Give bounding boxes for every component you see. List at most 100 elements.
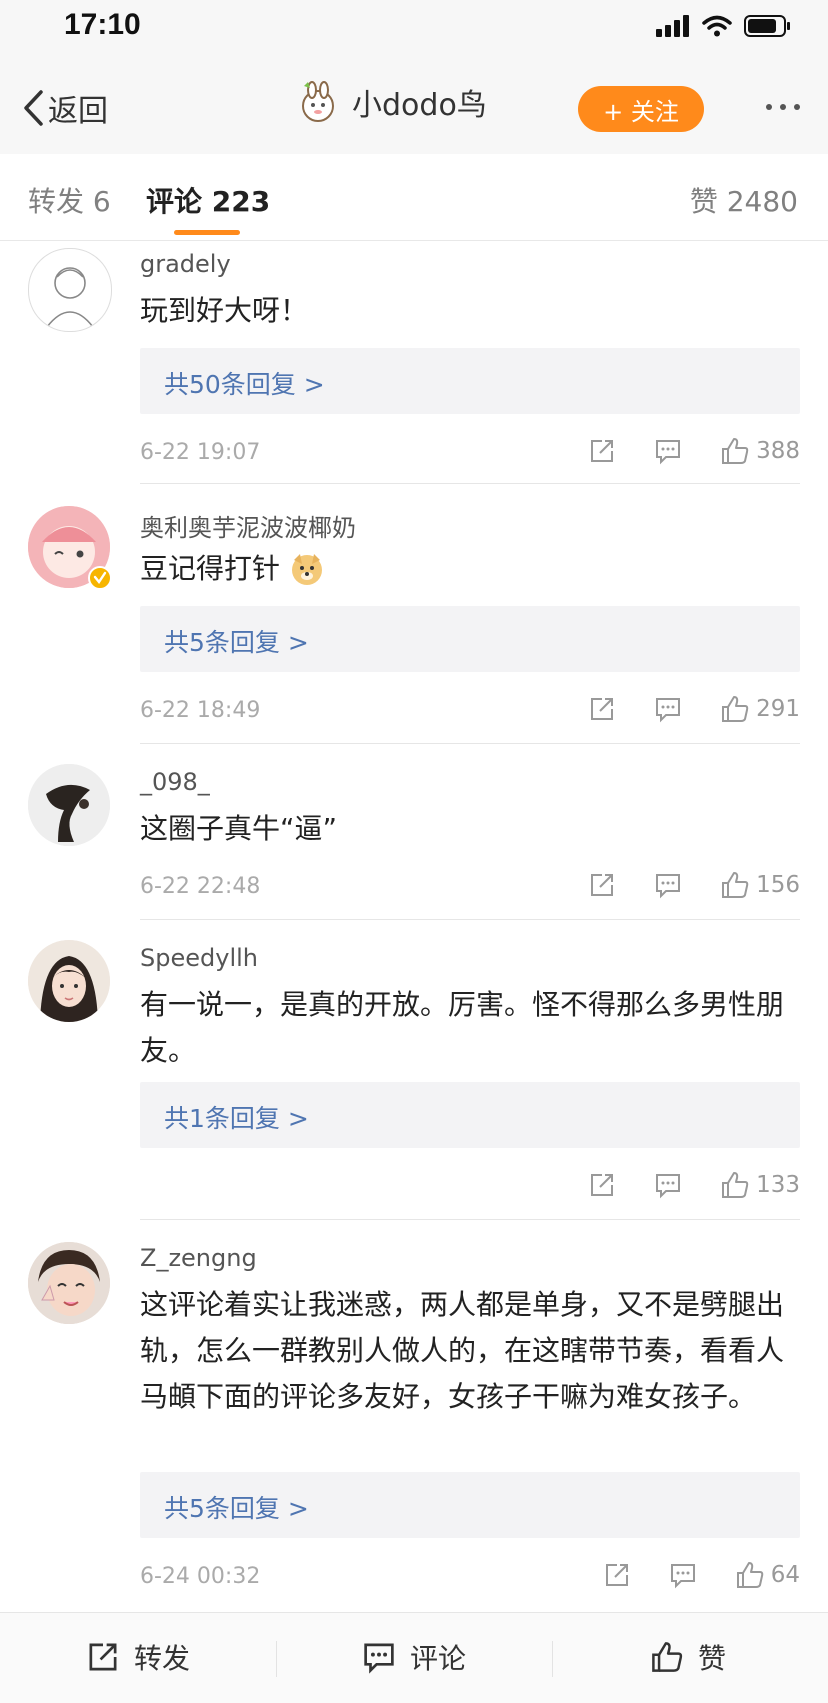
bottom-like-button[interactable]: 赞	[650, 1637, 726, 1677]
battery-icon	[744, 15, 790, 37]
avatar-child-icon	[28, 1242, 110, 1324]
like-count: 388	[756, 438, 800, 464]
comment-username[interactable]: 奥利奥芋泥波波椰奶	[140, 508, 356, 543]
bottom-repost-label: 转发	[134, 1642, 191, 1675]
doge-emoji-icon	[292, 554, 323, 585]
like-thumb-icon	[722, 1172, 749, 1198]
bottom-comment-label: 评论	[410, 1642, 467, 1675]
bottom-action-bar: 转发 评论 赞	[0, 1612, 828, 1703]
back-chevron-icon	[24, 90, 43, 126]
comment-button[interactable]	[654, 1171, 682, 1199]
repost-icon	[591, 1174, 614, 1196]
comment-button[interactable]	[654, 695, 682, 723]
like-button[interactable]: 156	[720, 870, 800, 900]
repost-button[interactable]	[603, 1561, 631, 1589]
comment-text: 有一说一，是真的开放。厉害。怪不得那么多男性朋友。	[140, 988, 785, 1067]
nav-user-name: 小dodo鸟	[352, 88, 487, 123]
comment-button[interactable]	[654, 437, 682, 465]
more-dot-icon	[780, 104, 786, 110]
avatar-ink-icon	[28, 764, 110, 846]
back-button[interactable]: 返回	[22, 86, 108, 130]
comment-icon	[656, 440, 681, 465]
more-options-button[interactable]	[766, 104, 800, 110]
like-button[interactable]: 291	[720, 694, 800, 724]
comment-icon	[364, 1643, 394, 1674]
like-button[interactable]: 388	[720, 436, 800, 466]
comment-item: Z_zengng 这评论着实让我迷惑，两人都是单身，又不是劈腿出轨，怎么一群教别…	[0, 1220, 828, 1612]
avatar-girl-icon	[28, 940, 110, 1022]
avatar-sketch-icon	[46, 267, 94, 328]
comment-actions: 133	[588, 1170, 800, 1200]
active-tab-indicator	[174, 230, 240, 235]
reply-count-label: 共5条回复 >	[164, 628, 309, 657]
reply-count-button[interactable]: 共5条回复 >	[140, 606, 800, 672]
comment-username[interactable]: _098_	[140, 768, 210, 796]
comment-actions: 291	[588, 694, 800, 724]
reply-count-button[interactable]: 共1条回复 >	[140, 1082, 800, 1148]
divider	[552, 1641, 553, 1677]
comment-icon	[656, 698, 681, 723]
comment-actions: 64	[603, 1560, 800, 1590]
bottom-like-label: 赞	[698, 1642, 727, 1675]
comment-actions: 156	[588, 870, 800, 900]
repost-icon	[591, 440, 614, 462]
comment-actions: 388	[588, 436, 800, 466]
repost-button[interactable]	[588, 871, 616, 899]
tab-comment[interactable]: 评论 223	[146, 180, 270, 220]
repost-icon	[89, 1643, 117, 1671]
repost-button[interactable]	[588, 1171, 616, 1199]
reply-count-button[interactable]: 共50条回复 >	[140, 348, 800, 414]
avatar[interactable]	[28, 506, 112, 590]
bottom-comment-button[interactable]: 评论	[362, 1637, 466, 1677]
comment-item: 奥利奥芋泥波波椰奶 豆记得打针 共5条回复 > 6-22 18:49 291	[0, 484, 828, 744]
tab-like[interactable]: 赞 2480	[690, 180, 798, 220]
status-time: 17:10	[64, 8, 141, 41]
avatar[interactable]	[28, 1242, 110, 1324]
user-logo-icon	[302, 81, 334, 122]
more-dot-icon	[766, 104, 772, 110]
reply-count-label: 共1条回复 >	[164, 1104, 309, 1133]
repost-icon	[605, 1564, 628, 1586]
tab-repost[interactable]: 转发 6	[28, 180, 111, 220]
divider	[276, 1641, 277, 1677]
bottom-repost-button[interactable]: 转发	[86, 1637, 190, 1677]
nav-user[interactable]: 小dodo鸟	[296, 80, 487, 124]
comment-icon	[656, 874, 681, 899]
avatar[interactable]	[28, 940, 110, 1022]
signal-icon	[656, 15, 689, 37]
comment-item: gradely 玩到好大呀！ 共50条回复 > 6-22 19:07 388	[0, 240, 828, 484]
comment-username[interactable]: Speedyllh	[140, 944, 258, 972]
comment-text-content: 豆记得打针	[140, 552, 281, 585]
comment-button[interactable]	[654, 871, 682, 899]
like-count: 156	[756, 872, 800, 898]
like-button[interactable]: 64	[735, 1560, 800, 1590]
repost-icon	[591, 698, 614, 720]
more-dot-icon	[794, 104, 800, 110]
comment-username[interactable]: Z_zengng	[140, 1244, 257, 1272]
like-count: 64	[770, 1562, 800, 1588]
comment-item: _098_ 这圈子真牛“逼” 6-22 22:48 156	[0, 744, 828, 920]
comment-button[interactable]	[669, 1561, 697, 1589]
comment-username[interactable]: gradely	[140, 250, 231, 278]
repost-button[interactable]	[588, 437, 616, 465]
comment-text: 豆记得打针	[140, 546, 800, 592]
avatar[interactable]	[28, 764, 110, 846]
back-label: 返回	[48, 94, 108, 129]
repost-button[interactable]	[588, 695, 616, 723]
comment-text: 这圈子真牛“逼”	[140, 812, 338, 845]
reply-count-label: 共5条回复 >	[164, 1494, 309, 1523]
nav-bar: 返回 小dodo鸟 + 关注	[0, 56, 828, 154]
like-button[interactable]: 133	[720, 1170, 800, 1200]
reply-count-label: 共50条回复 >	[164, 370, 325, 399]
verified-badge-icon	[88, 566, 112, 590]
comment-text: 这评论着实让我迷惑，两人都是单身，又不是劈腿出轨，怎么一群教别人做人的，在这瞎带…	[140, 1288, 785, 1413]
comment-time: 6-22 22:48	[140, 874, 261, 899]
repost-icon	[591, 874, 614, 896]
tab-bar: 转发 6 评论 223 赞 2480	[0, 154, 828, 241]
avatar[interactable]	[28, 248, 112, 332]
comment-icon	[656, 1174, 681, 1199]
comment-icon	[670, 1564, 695, 1589]
like-thumb-icon	[722, 872, 749, 898]
reply-count-button[interactable]: 共5条回复 >	[140, 1472, 800, 1538]
follow-button[interactable]: + 关注	[578, 86, 704, 132]
